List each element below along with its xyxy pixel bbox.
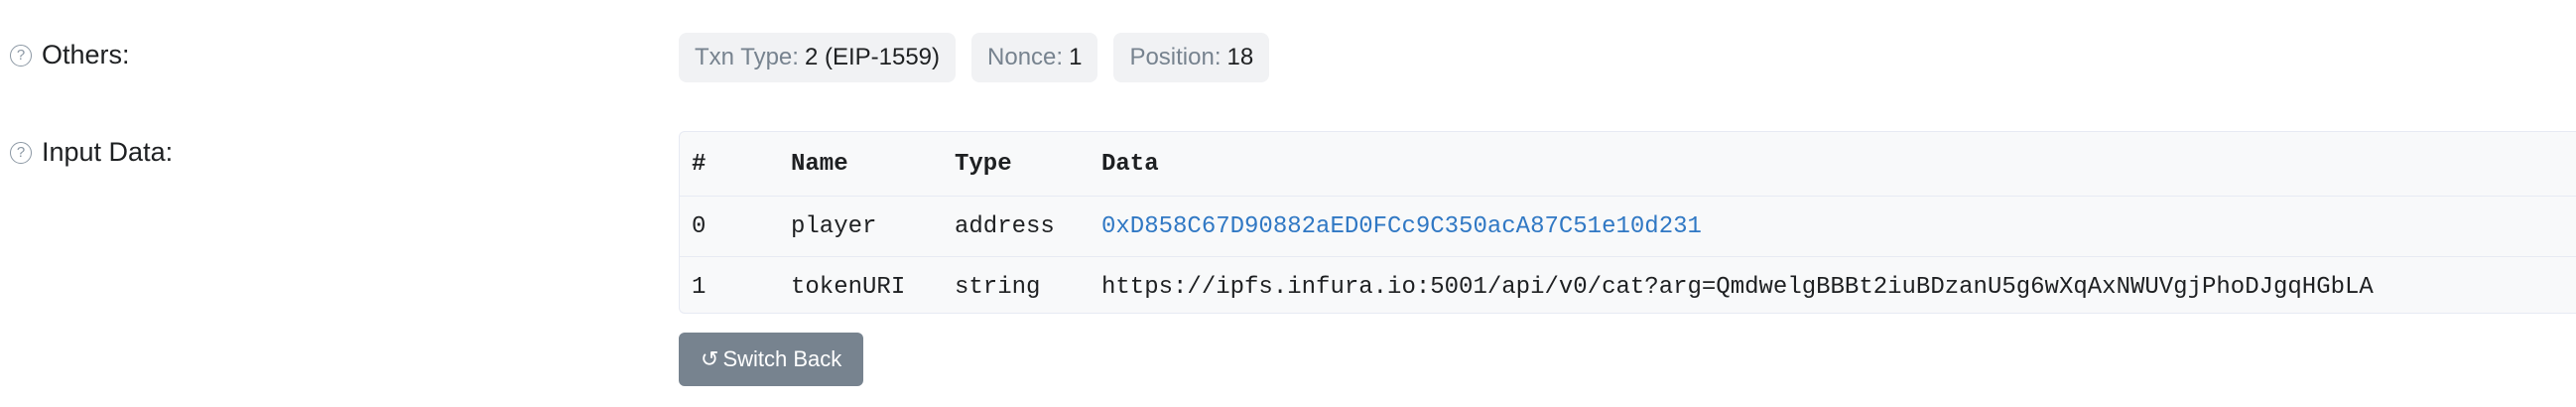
input-data-label-group: ? Input Data: (10, 137, 173, 168)
token-uri-value: https://ipfs.infura.io:5001/api/v0/cat?a… (1101, 273, 2374, 301)
player-address-link[interactable]: 0xD858C67D90882aED0FCc9C350acA87C51e10d2… (1100, 196, 2576, 257)
others-label-group: ? Others: (10, 40, 130, 70)
header-data: Data (1100, 132, 2576, 197)
header-name: Name (790, 132, 954, 197)
row-name: player (790, 196, 954, 257)
input-data-label: Input Data: (42, 137, 174, 167)
table-row: 0 player address 0xD858C67D90882aED0FCc9… (680, 196, 2576, 257)
help-circle-icon[interactable]: ? (10, 44, 32, 67)
nonce-key: Nonce: (987, 44, 1064, 70)
undo-icon: ↺ (701, 346, 719, 371)
others-chips: Txn Type: 2 (EIP-1559) Nonce: 1 Position… (679, 33, 1270, 82)
nonce-badge: Nonce: 1 (971, 33, 1098, 82)
header-type: Type (954, 132, 1100, 197)
txn-type-badge: Txn Type: 2 (EIP-1559) (679, 33, 957, 82)
header-index: # (680, 132, 790, 197)
row-index: 0 (680, 196, 790, 257)
position-value: 18 (1226, 44, 1254, 70)
row-name: tokenURI (791, 273, 906, 301)
table-header-row: # Name Type Data (680, 132, 2576, 197)
others-label: Others: (42, 40, 130, 69)
help-circle-icon[interactable]: ? (10, 141, 32, 164)
nonce-value: 1 (1069, 44, 1083, 70)
position-key: Position: (1129, 44, 1222, 70)
switch-back-label: Switch Back (722, 346, 842, 371)
txn-type-key: Txn Type: (695, 44, 799, 70)
switch-back-button[interactable]: ↺ Switch Back (679, 333, 864, 386)
row-type: string (955, 273, 1041, 301)
table-row: 1 tokenURI string https://ipfs.infura.io… (680, 257, 2576, 314)
row-index: 1 (692, 273, 707, 301)
position-badge: Position: 18 (1113, 33, 1270, 82)
input-data-table: # Name Type Data 0 player address 0xD858… (679, 131, 2576, 314)
row-type: address (954, 196, 1100, 257)
txn-type-value: 2 (EIP-1559) (804, 44, 941, 70)
